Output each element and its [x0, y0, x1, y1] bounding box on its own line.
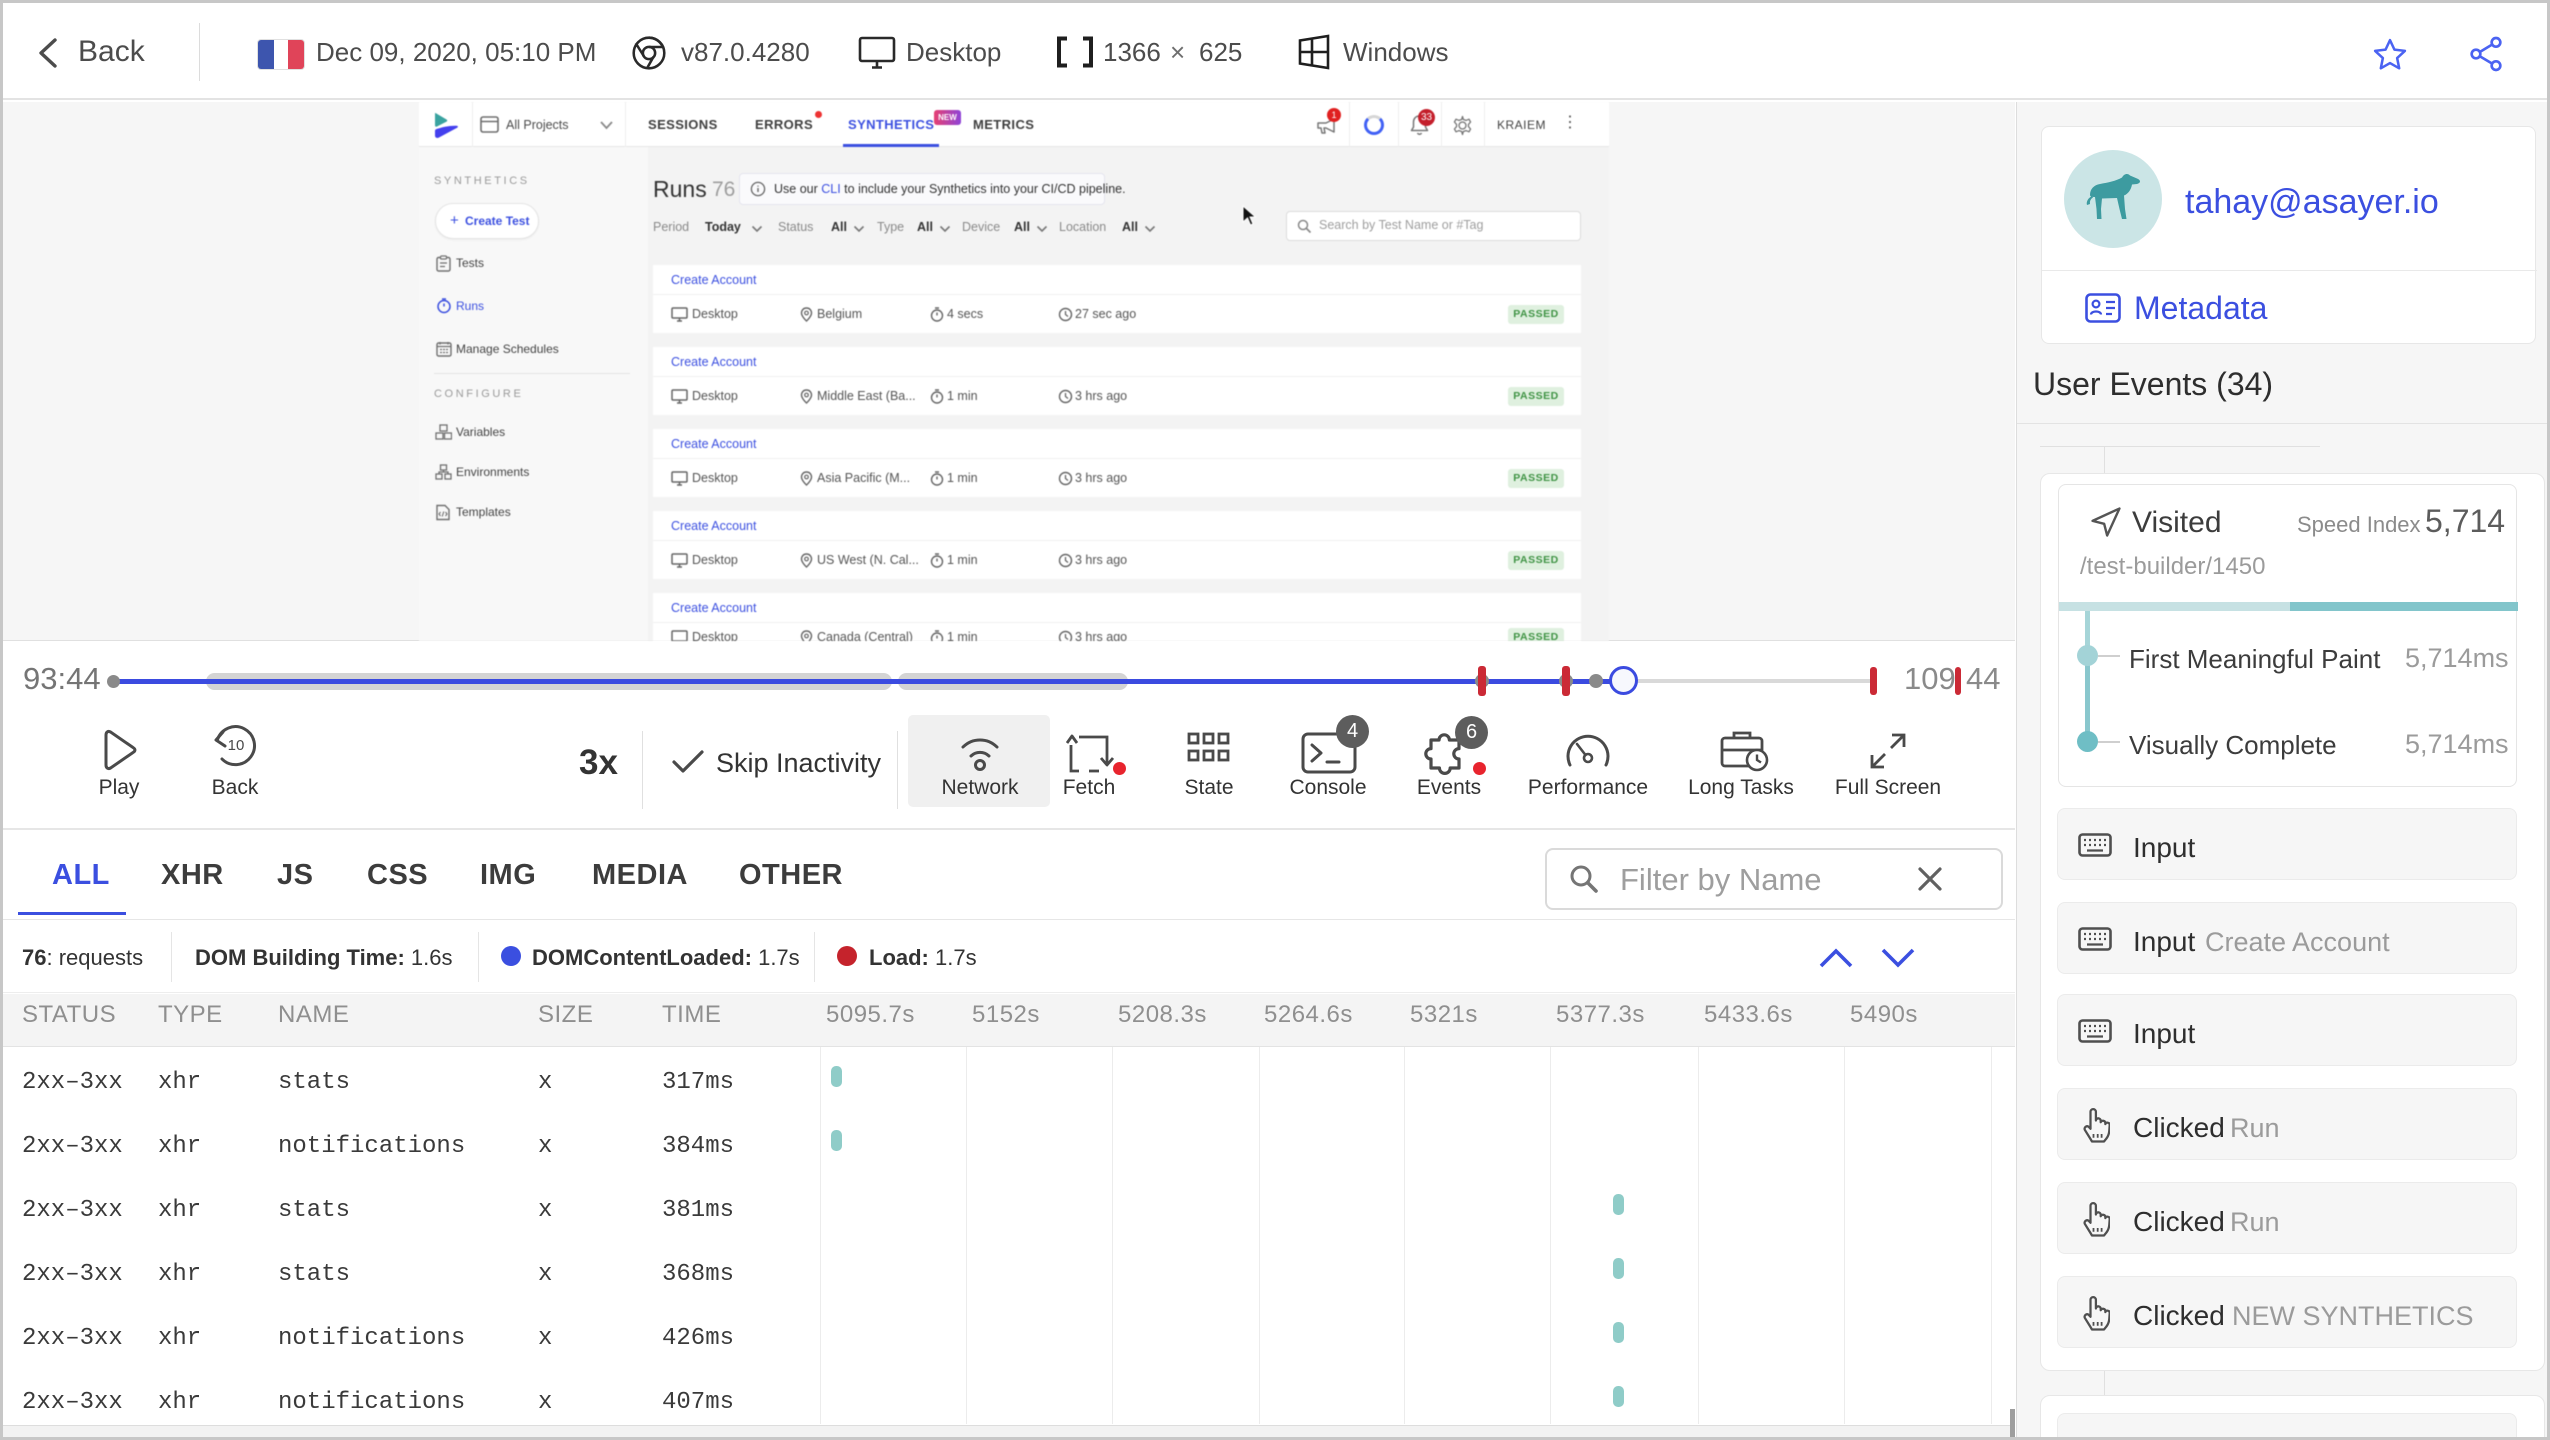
svg-text:10: 10 [228, 737, 245, 754]
